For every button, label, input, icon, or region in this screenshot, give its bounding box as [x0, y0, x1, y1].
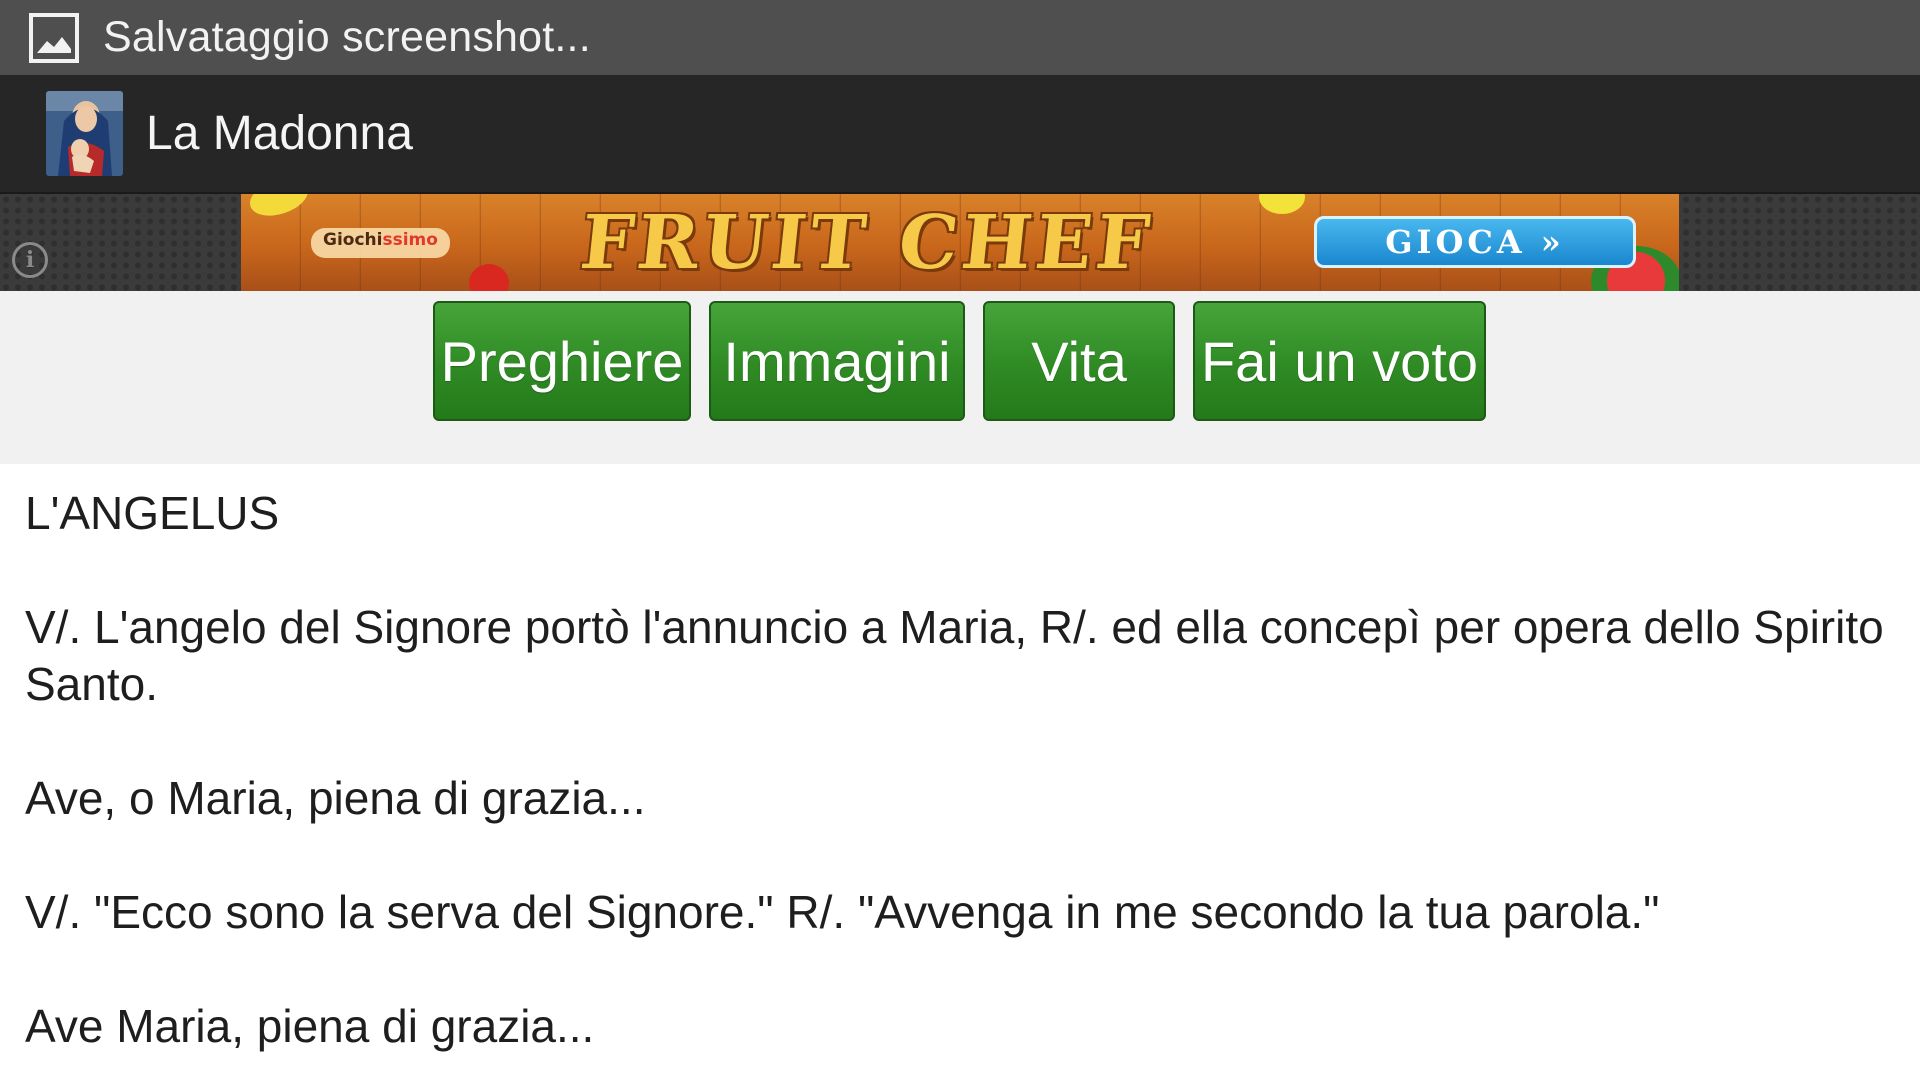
ad-title: FRUIT CHEF: [576, 200, 1158, 286]
ad-banner[interactable]: Giochissimo FRUIT CHEF GIOCA »: [241, 194, 1679, 291]
immagini-button[interactable]: Immagini: [709, 301, 965, 421]
fai-un-voto-button[interactable]: Fai un voto: [1193, 301, 1486, 421]
prayer-paragraph: V/. L'angelo del Signore portò l'annunci…: [25, 601, 1884, 710]
prayer-paragraph: V/. "Ecco sono la serva del Signore." R/…: [25, 886, 1660, 938]
image-icon: [29, 12, 79, 63]
nav-button-row: Preghiere Immagini Vita Fai un voto: [0, 291, 1920, 464]
info-icon[interactable]: i: [12, 242, 48, 278]
vita-button[interactable]: Vita: [983, 301, 1175, 421]
status-notification-text: Salvataggio screenshot...: [103, 13, 591, 61]
preghiere-button[interactable]: Preghiere: [433, 301, 691, 421]
ad-strip: i Giochissimo FRUIT CHEF GIOCA »: [0, 194, 1920, 291]
ad-brand: Giochissimo: [311, 228, 450, 258]
prayer-content: L'ANGELUS V/. L'angelo del Signore portò…: [25, 485, 1895, 1055]
ad-play-button[interactable]: GIOCA »: [1314, 216, 1636, 268]
prayer-title: L'ANGELUS: [25, 487, 280, 539]
prayer-paragraph: Ave, o Maria, piena di grazia...: [25, 772, 646, 824]
status-bar: Salvataggio screenshot...: [0, 0, 1920, 75]
prayer-paragraph: Ave Maria, piena di grazia...: [25, 1000, 595, 1052]
madonna-app-icon[interactable]: [46, 91, 123, 176]
action-bar: La Madonna: [0, 75, 1920, 194]
app-title: La Madonna: [146, 107, 413, 160]
